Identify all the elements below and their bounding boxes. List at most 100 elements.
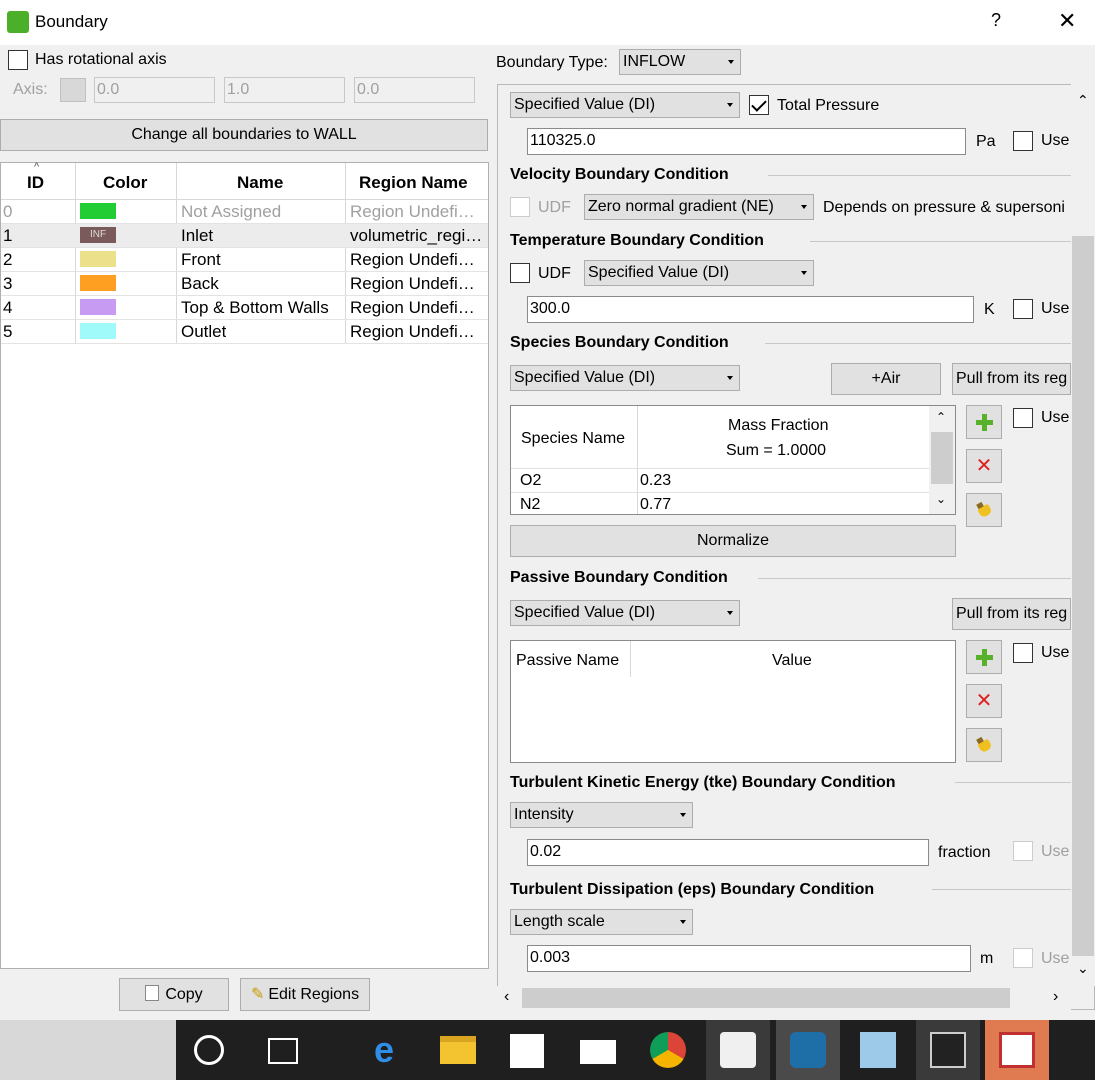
scroll-down-icon[interactable]: ⌄ (1077, 960, 1089, 977)
paste-icon[interactable] (60, 78, 86, 102)
species-use-checkbox[interactable] (1013, 408, 1033, 428)
add-air-button[interactable]: +Air (831, 363, 941, 395)
chrome-icon[interactable] (650, 1032, 686, 1068)
scroll-thumb[interactable] (931, 432, 953, 484)
pressure-value-input[interactable]: 110325.0 (527, 128, 966, 155)
row-color-swatch[interactable] (80, 203, 116, 219)
row-name: Outlet (181, 322, 227, 341)
column-id[interactable]: ID (27, 173, 44, 193)
temperature-mode-select[interactable]: Specified Value (DI) (584, 260, 814, 286)
control-panel-icon[interactable] (860, 1032, 896, 1068)
rotational-axis-label: Has rotational axis (35, 51, 167, 68)
velocity-mode-select[interactable]: Zero normal gradient (NE) (584, 194, 814, 220)
panel-horizontal-thumb[interactable] (522, 988, 1010, 1008)
table-row[interactable]: 5 Outlet Region Undefi… (1, 320, 488, 344)
column-region-name[interactable]: Region Name (359, 173, 468, 193)
table-row[interactable]: 0 Not Assigned Region Undefi… (1, 200, 488, 224)
passive-mode-select[interactable]: Specified Value (DI) (510, 600, 740, 626)
clear-species-icon[interactable] (966, 493, 1002, 527)
passive-name-column[interactable]: Passive Name (516, 652, 619, 670)
clear-passive-icon[interactable] (966, 728, 1002, 762)
remove-passive-icon[interactable]: ✕ (966, 684, 1002, 718)
column-name[interactable]: Name (237, 173, 283, 193)
column-color[interactable]: Color (103, 173, 147, 193)
rotational-axis-checkbox[interactable] (8, 50, 28, 70)
passive-pull-region-button[interactable]: Pull from its reg (952, 598, 1071, 630)
scroll-up-icon[interactable]: ⌃ (1077, 92, 1089, 109)
tke-use-checkbox[interactable] (1013, 841, 1033, 861)
total-pressure-checkbox[interactable] (749, 95, 769, 115)
row-name: Not Assigned (181, 202, 282, 221)
close-button[interactable]: ✕ (1058, 8, 1076, 34)
pdf-icon[interactable] (999, 1032, 1035, 1068)
passive-section-title: Passive Boundary Condition (510, 569, 728, 586)
title-bar: Boundary ? ✕ (0, 0, 1095, 45)
add-passive-icon[interactable] (966, 640, 1002, 674)
pressure-use-checkbox[interactable] (1013, 131, 1033, 151)
velocity-udf-checkbox[interactable] (510, 197, 530, 217)
species-value-cell[interactable]: 0.23 (640, 472, 671, 490)
mass-fraction-column[interactable]: Mass Fraction (728, 417, 828, 435)
species-pull-region-button[interactable]: Pull from its reg (952, 363, 1071, 395)
table-row[interactable]: 4 Top & Bottom Walls Region Undefi… (1, 296, 488, 320)
species-scrollbar[interactable]: ⌃ ⌄ (929, 406, 955, 514)
panel-vertical-thumb[interactable] (1072, 236, 1094, 956)
remove-species-icon[interactable]: ✕ (966, 449, 1002, 483)
terminal-icon[interactable] (930, 1032, 966, 1068)
scroll-down-icon[interactable]: ⌄ (936, 492, 946, 506)
copy-label: Copy (165, 986, 203, 1003)
edit-regions-label: Edit Regions (268, 986, 360, 1003)
add-species-icon[interactable] (966, 405, 1002, 439)
temperature-value-input[interactable]: 300.0 (527, 296, 974, 323)
species-value-cell[interactable]: 0.77 (640, 496, 671, 514)
scroll-left-icon[interactable]: ‹ (504, 988, 509, 1006)
passive-use-label: Use (1041, 644, 1070, 661)
boundary-type-label: Boundary Type: (496, 54, 608, 71)
species-mode-select[interactable]: Specified Value (DI) (510, 365, 740, 391)
row-id: 0 (3, 202, 13, 221)
axis-z-input[interactable]: 0.0 (354, 77, 475, 103)
converge-icon[interactable] (790, 1032, 826, 1068)
row-color-swatch[interactable] (80, 275, 116, 291)
cortana-icon[interactable] (194, 1035, 224, 1065)
edge-icon[interactable]: e (366, 1032, 402, 1068)
file-explorer-icon[interactable] (440, 1036, 476, 1064)
edit-regions-button[interactable]: ✎ Edit Regions (240, 978, 370, 1011)
row-color-swatch[interactable] (80, 323, 116, 339)
tke-value-input[interactable]: 0.02 (527, 839, 929, 866)
eps-use-checkbox[interactable] (1013, 948, 1033, 968)
passive-use-checkbox[interactable] (1013, 643, 1033, 663)
task-view-icon[interactable] (268, 1038, 298, 1064)
row-color-swatch[interactable] (80, 299, 116, 315)
row-color-swatch[interactable] (80, 251, 116, 267)
species-name-cell[interactable]: O2 (520, 472, 541, 490)
pressure-mode-select[interactable]: Specified Value (DI) (510, 92, 740, 118)
help-button[interactable]: ? (991, 10, 1001, 31)
table-row[interactable]: 3 Back Region Undefi… (1, 272, 488, 296)
boundary-type-select[interactable]: INFLOW (619, 49, 741, 75)
change-all-wall-button[interactable]: Change all boundaries to WALL (0, 119, 488, 151)
row-region: volumetric_regi… (350, 226, 483, 245)
passive-value-column[interactable]: Value (772, 652, 812, 670)
eps-mode-select[interactable]: Length scale (510, 909, 693, 935)
axis-x-input[interactable]: 0.0 (94, 77, 215, 103)
scroll-up-icon[interactable]: ⌃ (936, 410, 946, 424)
mass-fraction-sum: Sum = 1.0000 (726, 442, 827, 459)
copy-button[interactable]: Copy (119, 978, 229, 1011)
mail-icon[interactable] (580, 1040, 616, 1064)
row-color-swatch[interactable]: INF (80, 227, 116, 243)
table-row[interactable]: 2 Front Region Undefi… (1, 248, 488, 272)
axis-y-input[interactable]: 1.0 (224, 77, 345, 103)
temperature-udf-checkbox[interactable] (510, 263, 530, 283)
species-name-cell[interactable]: N2 (520, 496, 540, 514)
store-icon[interactable] (510, 1034, 544, 1068)
species-name-column[interactable]: Species Name (521, 430, 633, 448)
app-icon[interactable] (720, 1032, 756, 1068)
scroll-right-icon[interactable]: › (1053, 988, 1058, 1006)
row-divider (511, 492, 929, 493)
tke-mode-select[interactable]: Intensity (510, 802, 693, 828)
eps-value-input[interactable]: 0.003 (527, 945, 971, 972)
table-row[interactable]: 1 INF Inlet volumetric_regi… (1, 224, 488, 248)
normalize-button[interactable]: Normalize (510, 525, 956, 557)
temperature-use-checkbox[interactable] (1013, 299, 1033, 319)
